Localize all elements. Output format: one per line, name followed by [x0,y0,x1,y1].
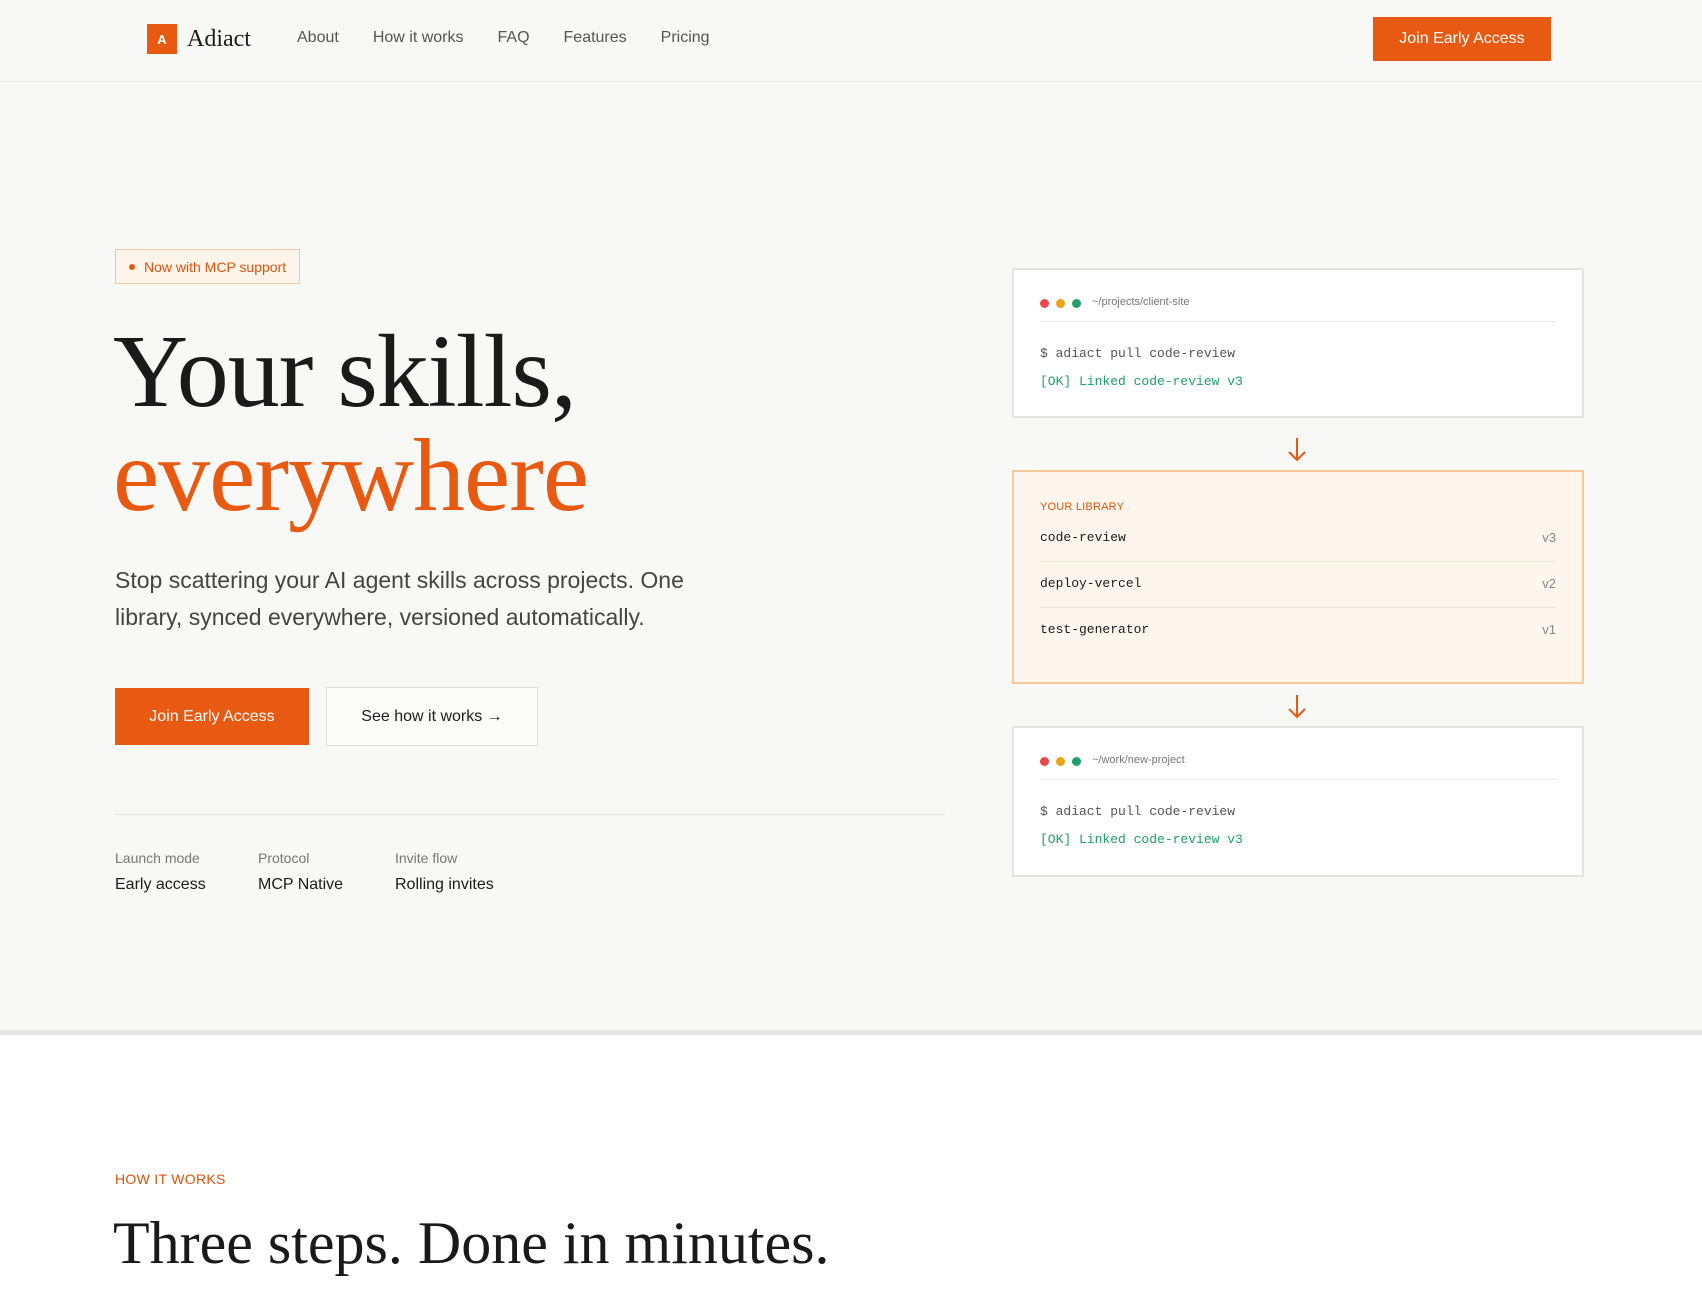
nav-link-faq[interactable]: FAQ [498,29,530,47]
nav-link-how-it-works[interactable]: How it works [373,29,464,47]
see-how-it-works-button[interactable]: See how it works → [326,687,538,746]
mcp-support-badge: Now with MCP support [115,249,301,284]
badge-dot-icon [129,263,135,270]
stat-value: Early access [115,876,206,893]
hero-title-line2: everywhere [113,418,589,533]
nav-join-early-access-button[interactable]: Join Early Access [1373,17,1551,61]
nav-links: About How it works FAQ Features Pricing [297,29,744,47]
library-title: YOUR LIBRARY [1040,501,1125,513]
stat-launch-mode: Launch mode Early access [115,850,206,894]
terminal-result: [OK] Linked code-review v3 [1040,832,1243,847]
nav-link-pricing[interactable]: Pricing [661,29,710,47]
hero-subtitle: Stop scattering your AI agent skills acr… [115,567,684,630]
hero-title-line1: Your skills, [113,314,577,429]
library-item-version: v3 [1542,530,1556,545]
library-item-name: deploy-vercel [1040,576,1142,591]
terminal-command: $ adiact pull code-review [1040,804,1236,819]
library-item-version: v2 [1542,576,1556,591]
minimize-dot-icon [1056,299,1065,308]
library-item-name: test-generator [1040,622,1150,637]
maximize-dot-icon [1072,299,1081,308]
stat-label: Protocol [258,850,310,866]
arrow-down-icon [1288,695,1306,719]
library-item[interactable]: code-review v3 [1040,516,1556,562]
logo-text: Adiact [187,25,251,52]
stat-invite-flow: Invite flow Rolling invites [395,850,494,894]
nav-link-about[interactable]: About [297,29,339,47]
logo[interactable]: A Adiact [147,24,251,54]
terminal-header: ~/projects/client-site [1040,296,1556,322]
close-dot-icon [1040,757,1049,766]
badge-text: Now with MCP support [144,258,287,275]
top-nav: A Adiact About How it works FAQ Features… [0,0,1702,82]
maximize-dot-icon [1072,757,1081,766]
close-dot-icon [1040,299,1049,308]
hero-title: Your skills, everywhere [113,320,589,533]
minimize-dot-icon [1056,757,1065,766]
hero-divider [115,814,945,815]
terminal-path: ~/projects/client-site [1092,296,1190,308]
logo-mark: A [147,24,177,54]
stat-value: MCP Native [258,876,344,893]
terminal-new-project: ~/work/new-project $ adiact pull code-re… [1012,726,1584,877]
how-it-works-section: HOW IT WORKS Three steps. Done in minute… [0,1035,1702,1294]
how-it-works-title: Three steps. Done in minutes. [113,1210,830,1276]
stat-label: Invite flow [395,850,458,866]
stat-value: Rolling invites [395,876,494,893]
terminal-command: $ adiact pull code-review [1040,346,1236,361]
arrow-down-icon [1288,438,1306,462]
library-item-version: v1 [1542,622,1556,637]
library-item-name: code-review [1040,530,1126,545]
terminal-header: ~/work/new-project [1040,754,1556,780]
nav-link-features[interactable]: Features [564,29,627,47]
terminal-path: ~/work/new-project [1092,754,1185,766]
terminal-client-site: ~/projects/client-site $ adiact pull cod… [1012,268,1584,418]
stat-label: Launch mode [115,850,200,866]
how-it-works-label: HOW IT WORKS [115,1171,226,1187]
library-item[interactable]: deploy-vercel v2 [1040,562,1556,608]
terminal-result: [OK] Linked code-review v3 [1040,374,1243,389]
library-panel: YOUR LIBRARY code-review v3 deploy-verce… [1012,470,1584,684]
stat-protocol: Protocol MCP Native [258,850,343,894]
library-item[interactable]: test-generator v1 [1040,608,1556,654]
hero-join-early-access-button[interactable]: Join Early Access [115,688,309,745]
